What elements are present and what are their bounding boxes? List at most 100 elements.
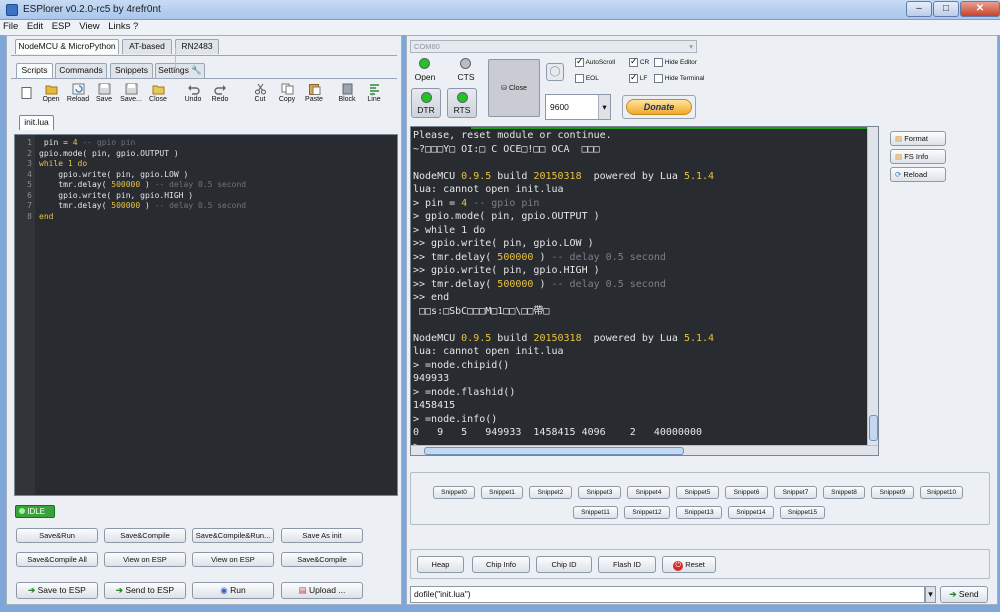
terminal-number: 500000 [497,278,534,290]
chip-info-button[interactable]: Chip Info [472,556,530,573]
file-tab-init-lua[interactable]: init.lua [19,115,54,130]
run-button[interactable]: ◉ Run [192,582,274,599]
save-compile-run-button[interactable]: Save&Compile&Run... [192,528,274,543]
save-as-button[interactable]: Save... [118,82,144,110]
dtr-button[interactable]: DTR [411,88,441,118]
save-compile-button[interactable]: Save&Compile [104,528,186,543]
flash-id-button[interactable]: Flash ID [598,556,656,573]
tab-nodemcu[interactable]: NodeMCU & MicroPython [15,39,119,54]
view-on-esp-button-2[interactable]: View on ESP [192,552,274,567]
undo-icon [187,85,200,95]
block-comment-button[interactable]: Block [334,82,360,110]
snippet-12-button[interactable]: Snippet12 [624,506,670,519]
serial-terminal[interactable]: Please, reset module or continue. ~?□□□Y… [410,126,879,456]
snippet-9-button[interactable]: Snippet9 [871,486,914,499]
send-to-esp-button[interactable]: ➔ Send to ESP [104,582,186,599]
fs-info-button[interactable]: ▤ FS Info [890,149,946,164]
snippet-7-button[interactable]: Snippet7 [774,486,817,499]
code-editor[interactable]: 1 2 3 4 5 6 7 8 pin = 4 -- gpio pin gpio… [14,134,398,496]
terminal-horizontal-scrollbar[interactable] [411,445,878,455]
port-value: COM80 [414,42,440,51]
snippet-4-button[interactable]: Snippet4 [627,486,670,499]
refresh-ports-button[interactable]: ◯ [546,63,564,81]
menu-view[interactable]: View [76,20,102,32]
tab-scripts[interactable]: Scripts [16,63,53,78]
menu-file[interactable]: File [0,20,21,32]
upload-button[interactable]: ▤ Upload ... [281,582,363,599]
close-window-button[interactable]: ✕ [960,1,1000,17]
heap-button[interactable]: Heap [417,556,464,573]
rts-button[interactable]: RTS [447,88,477,118]
snippet-5-button[interactable]: Snippet5 [676,486,719,499]
new-file-button[interactable] [13,86,39,114]
snippet-6-button[interactable]: Snippet6 [725,486,768,499]
command-input[interactable]: dofile("init.lua") [410,586,925,603]
tab-at-based[interactable]: AT-based [122,39,172,54]
redo-button[interactable]: Redo [207,82,233,110]
snippet-1-button[interactable]: Snippet1 [481,486,523,499]
cut-button[interactable]: Cut [247,82,273,110]
tab-commands[interactable]: Commands [55,63,107,78]
line-comment-button[interactable]: Line [361,82,387,110]
snippet-13-button[interactable]: Snippet13 [676,506,722,519]
snippet-10-button[interactable]: Snippet10 [920,486,963,499]
menu-esp[interactable]: ESP [49,20,74,32]
hide-editor-checkbox[interactable]: Hide Editor [654,58,697,67]
snippet-11-button[interactable]: Snippet11 [573,506,618,519]
save-button[interactable]: Save [91,82,117,110]
checkbox-checked-icon [629,72,638,83]
scrollbar-thumb[interactable] [869,415,878,441]
snippet-3-button[interactable]: Snippet3 [578,486,621,499]
reload-fs-button[interactable]: ⟳ Reload [890,167,946,182]
send-command-button[interactable]: ➔ Send [940,586,988,603]
terminal-line: □□s:□SbC□□□M□1□□\□□帶□ [413,305,550,317]
maximize-button[interactable]: □ [933,1,959,17]
autoscroll-checkbox[interactable]: AutoScroll [575,56,615,67]
save-compile-all-button[interactable]: Save&Compile All [16,552,98,567]
terminal-line: 949933 [413,373,450,384]
command-history-dropdown[interactable]: ▾ [925,586,936,603]
tab-rn2483[interactable]: RN2483 [175,39,219,54]
tab-settings[interactable]: Settings 🔧 [155,63,205,78]
close-port-button[interactable]: ⛁ Close [488,59,540,117]
menu-edit[interactable]: Edit [24,20,46,32]
reset-button[interactable]: ⏻ Reset [662,556,716,573]
terminal-line: >> tmr.delay( 500000 ) -- delay 0.5 seco… [411,278,878,292]
snippet-14-button[interactable]: Snippet14 [728,506,774,519]
save-compile-button-2[interactable]: Save&Compile [281,552,363,567]
hide-terminal-checkbox[interactable]: Hide Terminal [654,74,704,83]
save-to-esp-button[interactable]: ➔ Save to ESP [16,582,98,599]
chip-id-button[interactable]: Chip ID [536,556,592,573]
terminal-line: > pin = 4 -- gpio pin [411,197,878,211]
save-as-init-button[interactable]: Save As init [281,528,363,543]
minimize-button[interactable]: – [906,1,932,17]
lf-checkbox[interactable]: LF [629,72,647,83]
port-select[interactable]: COM80 ▾ [410,40,697,53]
terminal-vertical-scrollbar[interactable] [867,127,878,445]
close-file-button[interactable]: Close [145,82,171,110]
snippet-2-button[interactable]: Snippet2 [529,486,572,499]
code-line: gpio.write( pin, gpio.HIGH ) [39,191,246,202]
undo-button[interactable]: Undo [180,82,206,110]
open-button[interactable]: Open [38,82,64,110]
snippet-15-button[interactable]: Snippet15 [780,506,825,519]
open-port-toggle[interactable]: Open [411,72,439,82]
view-on-esp-button[interactable]: View on ESP [104,552,186,567]
menu-links[interactable]: Links ? [105,20,141,32]
eol-checkbox[interactable]: EOL [575,74,599,83]
donate-button[interactable]: Donate [622,95,696,119]
format-button[interactable]: ▤ Format [890,131,946,146]
scrollbar-thumb[interactable] [424,447,684,455]
snippet-8-button[interactable]: Snippet8 [823,486,865,499]
save-run-button[interactable]: Save&Run [16,528,98,543]
send-icon: ➔ [949,589,957,599]
copy-button[interactable]: Copy [274,82,300,110]
tab-snippets[interactable]: Snippets [110,63,153,78]
refresh-icon: ◯ [549,66,561,77]
reload-button[interactable]: Reload [65,82,91,110]
cr-checkbox[interactable]: CR [629,56,649,67]
baud-rate-select[interactable]: 9600 ▾ [545,94,611,120]
snippet-0-button[interactable]: Snippet0 [433,486,475,499]
paste-button[interactable]: Paste [301,82,327,110]
